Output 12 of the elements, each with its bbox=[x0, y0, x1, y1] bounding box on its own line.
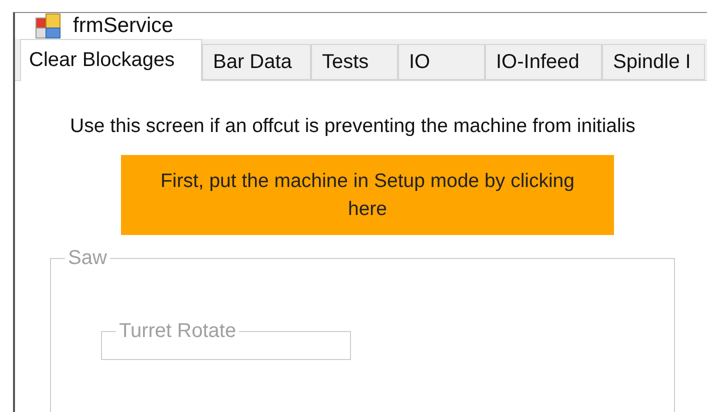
group-title: Saw bbox=[67, 247, 108, 270]
tab[interactable]: IO bbox=[398, 44, 485, 80]
setup-mode-button[interactable]: First, put the machine in Setup mode by clicking here bbox=[121, 155, 614, 235]
tab[interactable]: Tests bbox=[311, 44, 398, 80]
group-title: Turret Rotate bbox=[118, 320, 238, 343]
tab[interactable]: Clear Blockages bbox=[20, 39, 202, 81]
instruction-text: Use this screen if an offcut is preventing the machine from initialis bbox=[70, 115, 636, 138]
tab[interactable]: IO-Infeed bbox=[485, 44, 602, 80]
window-title: frmService bbox=[73, 14, 174, 38]
tab[interactable]: Spindle I bbox=[602, 44, 705, 80]
app-icon bbox=[35, 13, 61, 39]
tab[interactable]: Bar Data bbox=[202, 44, 311, 80]
